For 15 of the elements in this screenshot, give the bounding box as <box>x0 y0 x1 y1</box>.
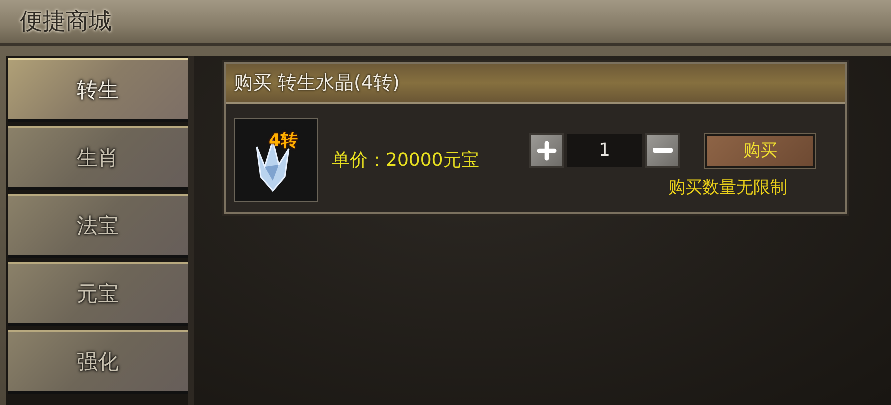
quantity-field[interactable]: 1 <box>567 134 642 167</box>
item-tier-label: 4转 <box>269 130 298 152</box>
limit-note: 购买数量无限制 <box>668 177 788 199</box>
category-tab[interactable]: 强化 <box>8 330 188 394</box>
buy-button[interactable]: 购买 <box>705 134 816 168</box>
category-tab[interactable]: 法宝 <box>8 194 188 258</box>
increase-button[interactable] <box>529 133 564 168</box>
category-tab[interactable]: 生肖 <box>8 126 188 190</box>
window-title: 便捷商城 <box>20 8 112 37</box>
price-text: 单价：20000元宝 <box>332 149 480 172</box>
category-tab[interactable]: 元宝 <box>8 262 188 326</box>
decrease-button[interactable] <box>645 133 680 168</box>
minus-icon <box>652 148 673 153</box>
category-tab[interactable]: 转生 <box>8 58 188 122</box>
product-title: 购买 转生水晶(4转) <box>234 71 400 96</box>
